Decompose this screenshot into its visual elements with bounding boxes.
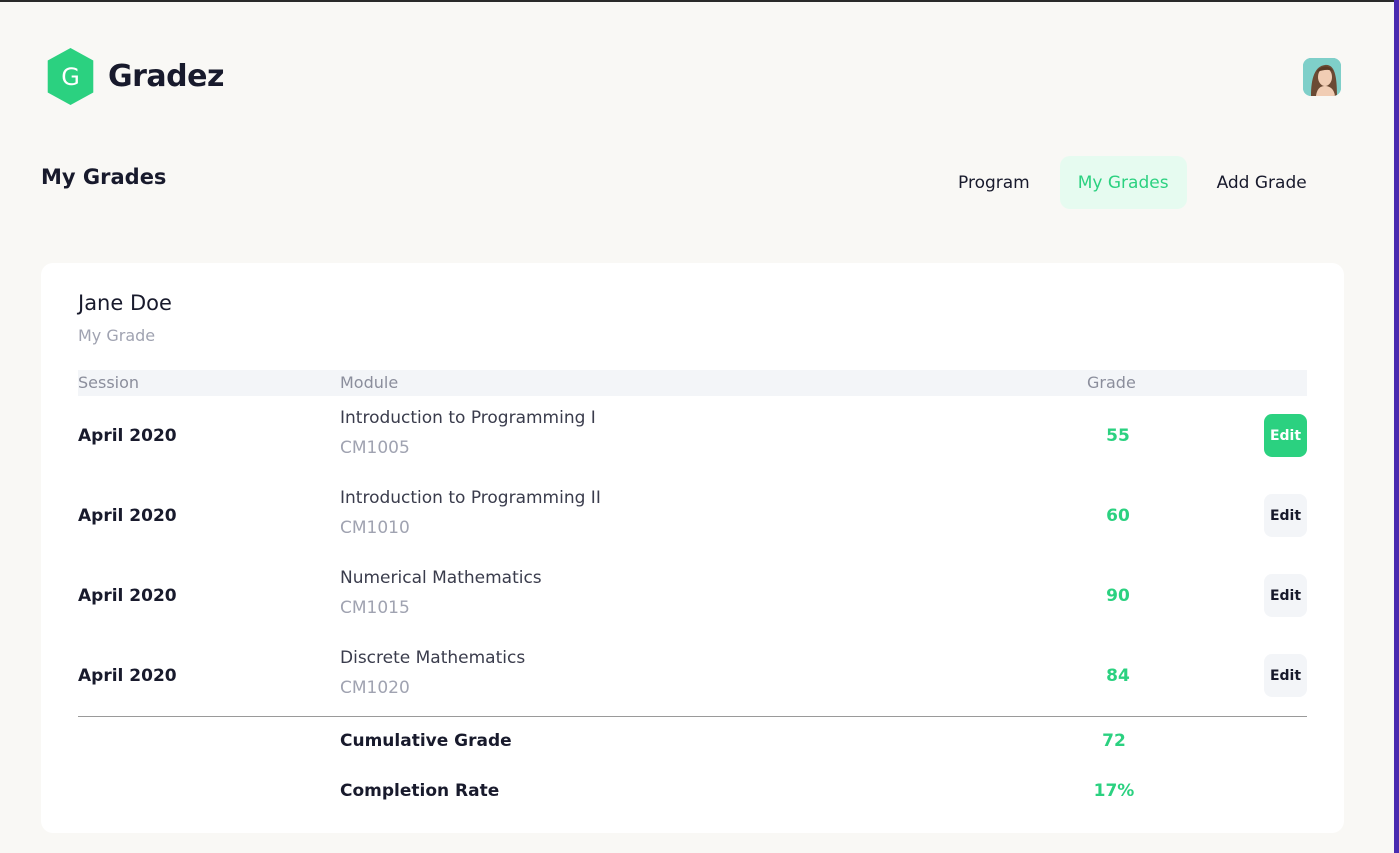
module-name: Introduction to Programming II: [340, 488, 601, 508]
module-name: Introduction to Programming I: [340, 408, 596, 428]
grades-card: Jane Doe My Grade Session Module Grade A…: [41, 263, 1344, 833]
completion-rate-label: Completion Rate: [340, 781, 500, 801]
table-header: Session Module Grade: [78, 370, 1307, 396]
cumulative-grade-label: Cumulative Grade: [340, 731, 512, 751]
module-code: CM1010: [340, 518, 410, 538]
grade-value: 55: [1106, 426, 1130, 446]
avatar-portrait-icon: [1303, 58, 1341, 96]
table-row: April 2020 Introduction to Programming I…: [78, 403, 1307, 483]
column-header-grade: Grade: [1087, 373, 1136, 392]
edit-button[interactable]: Edit: [1264, 574, 1307, 617]
window-right-border: [1394, 0, 1399, 853]
logo-hexagon-icon: G: [47, 48, 94, 105]
session-cell: April 2020: [78, 506, 177, 526]
card-subtitle: My Grade: [78, 326, 156, 345]
cumulative-grade-value: 72: [1102, 731, 1126, 751]
session-cell: April 2020: [78, 666, 177, 686]
table-row: April 2020 Discrete Mathematics CM1020 8…: [78, 643, 1307, 723]
window-top-border: [0, 0, 1399, 2]
grade-value: 90: [1106, 586, 1130, 606]
grade-value: 60: [1106, 506, 1130, 526]
student-name: Jane Doe: [78, 291, 172, 315]
nav-add-grade[interactable]: Add Grade: [1199, 156, 1325, 209]
module-code: CM1015: [340, 598, 410, 618]
nav-my-grades[interactable]: My Grades: [1059, 156, 1187, 209]
edit-button[interactable]: Edit: [1264, 494, 1307, 537]
edit-button[interactable]: Edit: [1264, 414, 1307, 457]
page-title: My Grades: [41, 165, 167, 189]
column-header-module: Module: [340, 373, 399, 392]
module-code: CM1005: [340, 438, 410, 458]
session-cell: April 2020: [78, 426, 177, 446]
module-name: Discrete Mathematics: [340, 648, 526, 668]
table-row: April 2020 Numerical Mathematics CM1015 …: [78, 563, 1307, 643]
session-cell: April 2020: [78, 586, 177, 606]
table-divider: [78, 716, 1307, 717]
completion-rate-value: 17%: [1093, 781, 1135, 801]
edit-button[interactable]: Edit: [1264, 654, 1307, 697]
module-code: CM1020: [340, 678, 410, 698]
module-name: Numerical Mathematics: [340, 568, 542, 588]
grade-value: 84: [1106, 666, 1130, 686]
column-header-session: Session: [78, 373, 140, 392]
app-logo[interactable]: G Gradez: [44, 48, 224, 105]
user-avatar[interactable]: [1303, 58, 1341, 96]
top-nav: Program My Grades Add Grade: [940, 156, 1325, 209]
table-row: April 2020 Introduction to Programming I…: [78, 483, 1307, 563]
app-name: Gradez: [108, 59, 224, 94]
nav-program[interactable]: Program: [940, 156, 1048, 209]
